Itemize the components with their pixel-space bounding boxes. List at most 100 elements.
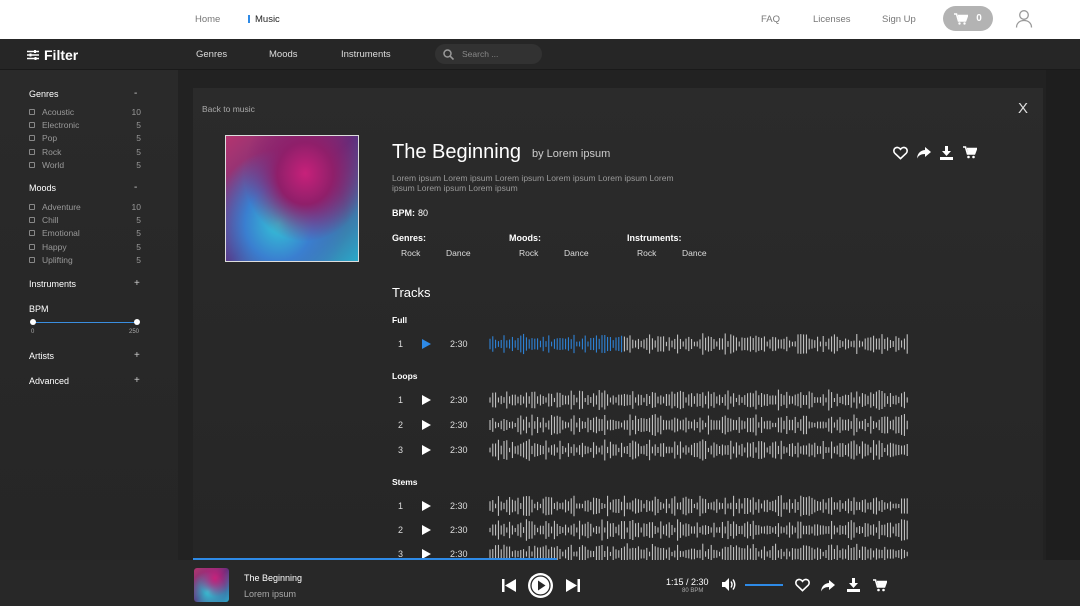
download-icon[interactable] <box>940 146 953 160</box>
next-icon[interactable] <box>566 579 580 592</box>
user-icon[interactable] <box>1015 9 1033 28</box>
checkbox[interactable] <box>29 257 35 263</box>
nav-signup[interactable]: Sign Up <box>882 14 916 25</box>
track-row[interactable]: 1 2:30 <box>392 389 912 411</box>
checkbox[interactable] <box>29 244 35 250</box>
player-progress[interactable] <box>193 558 557 560</box>
heart-icon[interactable] <box>795 578 810 592</box>
advanced-heading[interactable]: Advanced <box>29 376 69 386</box>
cart-icon[interactable] <box>873 579 887 592</box>
track-row[interactable]: 3 2:30 <box>392 439 912 461</box>
moods-heading[interactable]: Moods <box>29 183 56 193</box>
genre-option[interactable]: Electronic 5 <box>29 120 141 130</box>
bpm-min-handle[interactable] <box>30 319 36 325</box>
instruments-toggle[interactable]: + <box>134 278 140 289</box>
waveform[interactable] <box>489 388 909 412</box>
genre-option[interactable]: World 5 <box>29 160 141 170</box>
volume-icon[interactable] <box>722 578 737 591</box>
subnav-instruments[interactable]: Instruments <box>341 49 391 60</box>
mood-option[interactable]: Happy 5 <box>29 242 141 252</box>
genre-option[interactable]: Rock 5 <box>29 147 141 157</box>
close-button[interactable]: X <box>1018 100 1028 117</box>
track-row[interactable]: 2 2:30 <box>392 519 912 541</box>
nav-licenses[interactable]: Licenses <box>813 14 851 25</box>
track-number: 1 <box>398 395 404 405</box>
waveform[interactable] <box>489 518 909 542</box>
moods-toggle[interactable]: - <box>134 182 137 193</box>
search-input[interactable] <box>462 49 532 59</box>
option-count: 10 <box>131 202 141 212</box>
checkbox[interactable] <box>29 162 35 168</box>
download-icon[interactable] <box>847 578 860 592</box>
checkbox[interactable] <box>29 135 35 141</box>
option-label: Chill <box>42 215 59 225</box>
mood-tag[interactable]: Rock <box>519 248 538 258</box>
cart-icon[interactable] <box>963 146 977 159</box>
play-icon[interactable] <box>422 395 431 405</box>
waveform[interactable] <box>489 332 909 356</box>
filter-label: Filter <box>44 47 79 63</box>
checkbox[interactable] <box>29 204 35 210</box>
mood-option[interactable]: Adventure 10 <box>29 202 141 212</box>
checkbox[interactable] <box>29 217 35 223</box>
genres-heading[interactable]: Genres <box>29 89 59 99</box>
volume-slider[interactable] <box>745 584 783 586</box>
track-row[interactable]: 1 2:30 <box>392 333 912 355</box>
tracks-heading: Tracks <box>392 285 431 300</box>
nav-faq[interactable]: FAQ <box>761 14 780 25</box>
cart-button[interactable]: 0 <box>943 6 993 31</box>
mood-option[interactable]: Chill 5 <box>29 215 141 225</box>
play-icon[interactable] <box>422 445 431 455</box>
option-count: 5 <box>136 133 141 143</box>
waveform[interactable] <box>489 413 909 437</box>
bpm-slider-track[interactable] <box>32 322 137 323</box>
genre-tag[interactable]: Dance <box>446 248 471 258</box>
checkbox[interactable] <box>29 122 35 128</box>
instrument-tag[interactable]: Dance <box>682 248 707 258</box>
prev-icon[interactable] <box>502 579 516 592</box>
subnav-moods[interactable]: Moods <box>269 49 298 60</box>
subnav-genres[interactable]: Genres <box>196 49 227 60</box>
play-pause-button[interactable] <box>528 573 553 598</box>
share-icon[interactable] <box>821 579 835 592</box>
track-title: The Beginning <box>392 141 521 163</box>
genre-tag[interactable]: Rock <box>401 248 420 258</box>
waveform[interactable] <box>489 438 909 462</box>
checkbox[interactable] <box>29 149 35 155</box>
instruments-heading[interactable]: Instruments <box>29 279 76 289</box>
waveform[interactable] <box>489 494 909 518</box>
option-count: 5 <box>136 120 141 130</box>
track-artist[interactable]: by Lorem ipsum <box>532 148 610 160</box>
filter-title[interactable]: Filter <box>27 47 78 63</box>
nav-home[interactable]: Home <box>195 14 220 25</box>
genres-toggle[interactable]: - <box>134 88 137 99</box>
play-icon[interactable] <box>422 525 431 535</box>
artists-heading[interactable]: Artists <box>29 351 54 361</box>
track-row[interactable]: 1 2:30 <box>392 495 912 517</box>
nav-music[interactable]: Music <box>255 14 280 25</box>
play-icon[interactable] <box>422 420 431 430</box>
share-icon[interactable] <box>917 146 931 159</box>
checkbox[interactable] <box>29 230 35 236</box>
advanced-toggle[interactable]: + <box>134 375 140 386</box>
back-to-music-link[interactable]: Back to music <box>202 104 255 114</box>
option-count: 5 <box>136 242 141 252</box>
option-count: 5 <box>136 160 141 170</box>
artists-toggle[interactable]: + <box>134 350 140 361</box>
checkbox[interactable] <box>29 109 35 115</box>
mood-option[interactable]: Uplifting 5 <box>29 255 141 265</box>
genre-option[interactable]: Acoustic 10 <box>29 107 141 117</box>
option-label: Adventure <box>42 202 81 212</box>
option-label: Uplifting <box>42 255 73 265</box>
bpm-max-handle[interactable] <box>134 319 140 325</box>
player-artist[interactable]: Lorem ipsum <box>244 589 296 599</box>
genre-option[interactable]: Pop 5 <box>29 133 141 143</box>
bpm-value: 80 <box>418 208 429 218</box>
mood-option[interactable]: Emotional 5 <box>29 228 141 238</box>
track-row[interactable]: 2 2:30 <box>392 414 912 436</box>
play-icon[interactable] <box>422 339 431 349</box>
instrument-tag[interactable]: Rock <box>637 248 656 258</box>
play-icon[interactable] <box>422 501 431 511</box>
mood-tag[interactable]: Dance <box>564 248 589 258</box>
heart-icon[interactable] <box>893 146 908 160</box>
